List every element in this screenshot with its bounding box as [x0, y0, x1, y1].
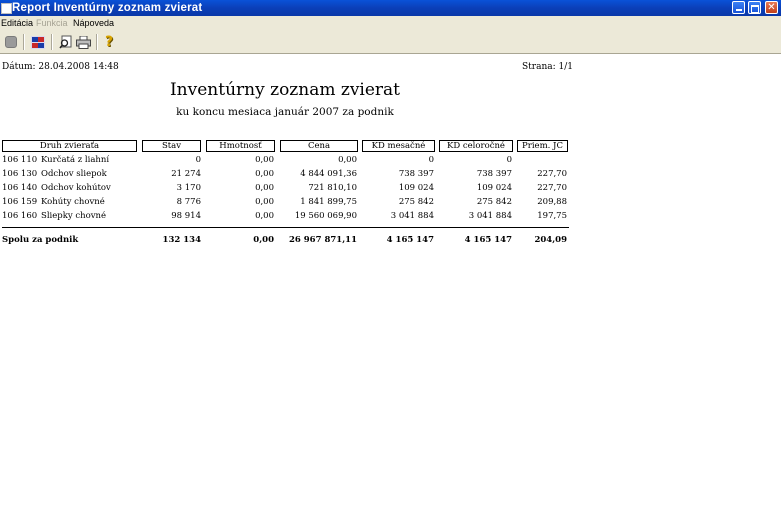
- print-preview-button[interactable]: [58, 34, 74, 50]
- row-kd-mesacne: 275 842: [398, 197, 434, 207]
- row-stav: 8 776: [176, 197, 201, 207]
- print-icon: [75, 35, 91, 49]
- app-icon[interactable]: [1, 3, 12, 14]
- minimize-icon: [735, 9, 742, 11]
- row-stav: 98 914: [171, 211, 201, 221]
- table-row: 106 110 Kurčatá z liahní 0 0,00 0,00 0 0: [0, 154, 570, 167]
- close-button[interactable]: ✕: [765, 1, 778, 14]
- row-stav: 0: [195, 155, 201, 165]
- report-title: Inventúrny zoznam zvierat: [169, 80, 401, 100]
- col-header-cena: Cena: [280, 140, 358, 152]
- row-kd-celorocne: 275 842: [476, 197, 512, 207]
- report-date: Dátum: 28.04.2008 14:48: [2, 62, 119, 72]
- total-kd-mesacne: 4 165 147: [386, 235, 434, 245]
- window-title: Report Inventúrny zoznam zvierat: [12, 2, 203, 14]
- row-kd-mesacne: 109 024: [398, 183, 434, 193]
- total-stav: 132 134: [162, 235, 201, 245]
- table-row: 106 159 Kohúty chovné 8 776 0,00 1 841 8…: [0, 196, 570, 209]
- row-priem-jc: 227,70: [537, 183, 567, 193]
- report-page: Dátum: 28.04.2008 14:48 Strana: 1/1 Inve…: [0, 55, 781, 513]
- menu-bar: Editácia Funkcia Nápoveda: [0, 16, 781, 30]
- toolbar-separator: [23, 34, 25, 50]
- col-header-priem-jc: Priem. JC: [517, 140, 568, 152]
- row-kd-mesacne: 3 041 884: [390, 211, 434, 221]
- row-kd-celorocne: 3 041 884: [468, 211, 512, 221]
- row-code: 106 159: [2, 197, 38, 207]
- row-cena: 4 844 091,36: [300, 169, 357, 179]
- close-icon: ✕: [767, 2, 776, 13]
- row-name: Sliepky chovné: [41, 211, 107, 221]
- row-name: Kurčatá z liahní: [41, 155, 110, 165]
- total-row: Spolu za podnik 132 134 0,00 26 967 871,…: [0, 234, 570, 247]
- total-cena: 26 967 871,11: [288, 235, 357, 245]
- row-code: 106 130: [2, 169, 38, 179]
- row-name: Odchov sliepok: [41, 169, 107, 179]
- row-cena: 0,00: [338, 155, 357, 165]
- report-subtitle: ku koncu mesiaca január 2007 za podnik: [176, 106, 394, 118]
- col-header-druh: Druh zvieraťa: [2, 140, 137, 152]
- print-preview-icon: [59, 35, 72, 49]
- row-kd-celorocne: 0: [506, 155, 512, 165]
- total-label: Spolu za podnik: [2, 235, 79, 245]
- col-header-kd-mesacne: KD mesačné: [362, 140, 435, 152]
- restore-button[interactable]: [748, 1, 761, 14]
- row-kd-mesacne: 738 397: [398, 169, 434, 179]
- toolbar: ?: [0, 30, 781, 54]
- row-code: 106 160: [2, 211, 38, 221]
- row-cena: 1 841 899,75: [300, 197, 357, 207]
- menu-funkcia[interactable]: Funkcia: [36, 16, 68, 30]
- table-row: 106 130 Odchov sliepok 21 274 0,00 4 844…: [0, 168, 570, 181]
- export-icon: [31, 35, 45, 49]
- table-row: 106 160 Sliepky chovné 98 914 0,00 19 56…: [0, 210, 570, 223]
- restore-icon: [750, 5, 759, 13]
- row-stav: 21 274: [171, 169, 201, 179]
- row-code: 106 140: [2, 183, 38, 193]
- row-code: 106 110: [2, 155, 38, 165]
- page-number: Strana: 1/1: [522, 62, 573, 72]
- toolbar-separator: [51, 34, 53, 50]
- row-kd-celorocne: 109 024: [476, 183, 512, 193]
- row-stav: 3 170: [176, 183, 201, 193]
- row-cena: 721 810,10: [308, 183, 357, 193]
- col-header-kd-celorocne: KD celoročné: [439, 140, 513, 152]
- row-hmotnost: 0,00: [255, 169, 274, 179]
- row-name: Kohúty chovné: [41, 197, 105, 207]
- menu-editacia[interactable]: Editácia: [1, 16, 33, 30]
- help-button[interactable]: ?: [101, 34, 117, 50]
- col-header-stav: Stav: [142, 140, 201, 152]
- row-priem-jc: 209,88: [537, 197, 567, 207]
- minimize-button[interactable]: [732, 1, 745, 14]
- menu-napoveda[interactable]: Nápoveda: [73, 16, 114, 30]
- row-hmotnost: 0,00: [255, 211, 274, 221]
- total-priem-jc: 204,09: [534, 235, 567, 245]
- col-header-hmotnost: Hmotnosť: [206, 140, 275, 152]
- title-bar[interactable]: Report Inventúrny zoznam zvierat ✕: [0, 0, 781, 16]
- row-kd-mesacne: 0: [428, 155, 434, 165]
- total-divider: [2, 227, 569, 228]
- table-row: 106 140 Odchov kohútov 3 170 0,00 721 81…: [0, 182, 570, 195]
- stop-icon: [5, 36, 17, 48]
- row-hmotnost: 0,00: [255, 197, 274, 207]
- row-hmotnost: 0,00: [255, 155, 274, 165]
- row-kd-celorocne: 738 397: [476, 169, 512, 179]
- export-button[interactable]: [30, 34, 46, 50]
- print-button[interactable]: [75, 34, 91, 50]
- toolbar-separator: [96, 34, 98, 50]
- row-hmotnost: 0,00: [255, 183, 274, 193]
- total-hmotnost: 0,00: [253, 235, 274, 245]
- row-priem-jc: 227,70: [537, 169, 567, 179]
- row-priem-jc: 197,75: [537, 211, 567, 221]
- row-name: Odchov kohútov: [41, 183, 111, 193]
- stop-button[interactable]: [3, 34, 19, 50]
- total-kd-celorocne: 4 165 147: [464, 235, 512, 245]
- row-cena: 19 560 069,90: [294, 211, 357, 221]
- help-icon: ?: [104, 34, 114, 50]
